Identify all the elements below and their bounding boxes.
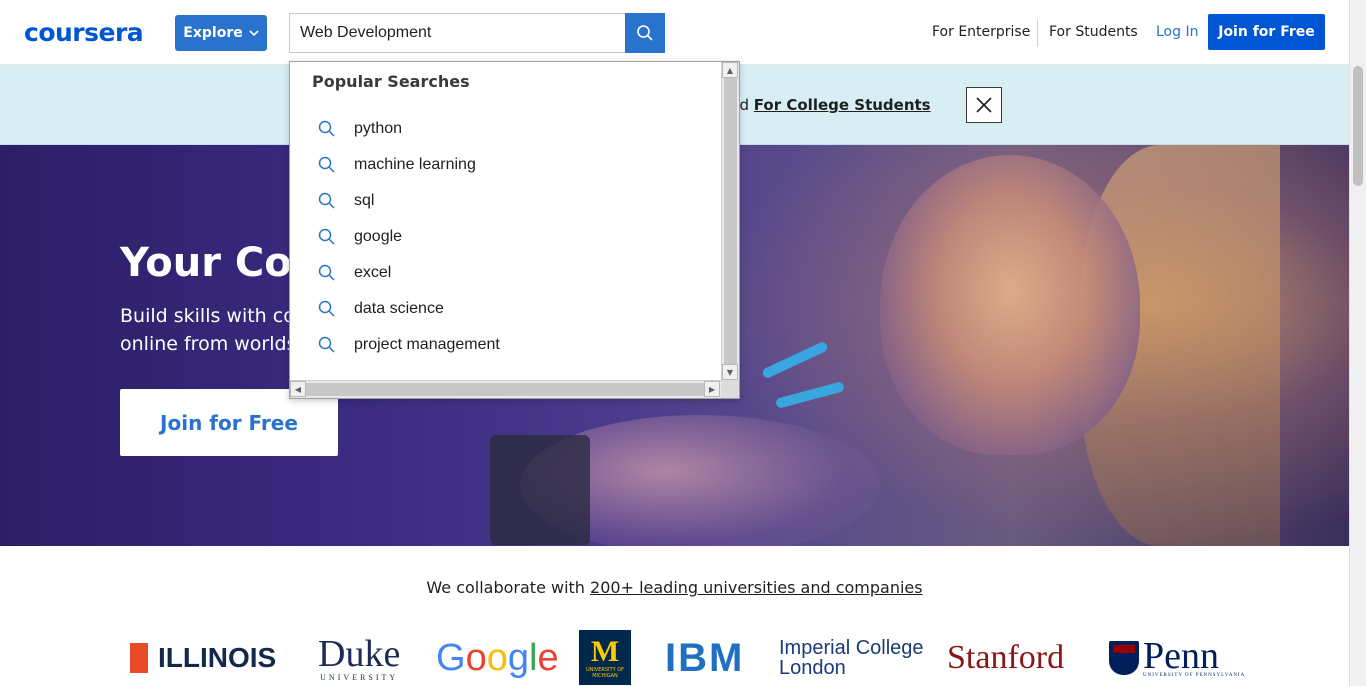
hero-image-circuit [490,435,590,545]
explore-label: Explore [183,25,243,41]
scroll-left-arrow-icon[interactable]: ◀ [290,381,306,397]
suggestion-label: sql [354,192,375,209]
duke-logo-text: Duke [318,632,401,675]
dropdown-horizontal-scrollbar[interactable]: ◀ ▶ [290,380,721,398]
search-icon [637,25,653,41]
search-icon [318,156,335,173]
search-icon [318,120,335,137]
suggestion-item[interactable]: excel [318,258,391,288]
top-nav: coursera Explore Web Development For Ent… [0,0,1366,65]
illinois-logo-text: ILLINOIS [158,642,277,673]
duke-logo-subtext: UNIVERSITY [320,672,399,682]
scroll-up-arrow-icon[interactable]: ▲ [722,62,738,78]
penn-logo-wordmark: Penn UNIVERSITY OF PENNSYLVANIA [1143,634,1246,678]
google-logo-letter: o [465,636,487,679]
login-link[interactable]: Log In [1156,24,1198,40]
imperial-logo-line: London [779,657,846,679]
collaborate-intro: We collaborate with [426,578,591,597]
suggestion-item[interactable]: sql [318,186,374,216]
nav-for-enterprise[interactable]: For Enterprise [932,24,1030,40]
scrollbar-corner [721,380,739,398]
dropdown-vertical-scroll-thumb[interactable] [724,78,737,364]
page-scrollbar[interactable] [1349,0,1366,686]
ibm-logo-text: IBM [665,635,745,680]
search-icon [318,336,335,353]
google-logo[interactable]: Google [436,632,559,684]
scroll-down-arrow-icon[interactable]: ▼ [722,364,738,380]
google-logo-letter: g [507,636,529,679]
search-icon [318,264,335,281]
illinois-logo[interactable]: ILLINOIS [130,632,276,684]
michigan-logo[interactable]: M UNIVERSITY OF MICHIGAN [579,630,631,685]
suggestion-item[interactable]: project management [318,330,500,360]
coursera-logo[interactable]: coursera [24,18,144,47]
dropdown-horizontal-scroll-thumb[interactable] [306,383,704,396]
banner-text: nd For College Students [730,96,931,114]
stanford-logo[interactable]: Stanford [947,632,1064,684]
suggestion-label: google [354,228,403,245]
google-logo-letter: o [486,636,508,679]
penn-shield-icon [1109,641,1139,675]
banner-close-button[interactable] [966,87,1002,123]
nav-for-students[interactable]: For Students [1049,24,1138,40]
suggestion-item[interactable]: machine learning [318,150,476,180]
suggestion-item[interactable]: data science [318,294,444,324]
hero-join-button[interactable]: Join for Free [120,389,338,456]
duke-logo[interactable]: Duke UNIVERSITY [318,632,400,684]
suggestion-label: project management [354,336,500,353]
suggestion-label: excel [354,264,392,281]
google-logo-letter: l [528,636,538,679]
suggestion-label: python [354,120,403,137]
search-input-value: Web Development [300,24,432,41]
hero-image-face [880,155,1140,455]
google-logo-letter: e [537,636,559,679]
explore-button[interactable]: Explore [175,15,267,51]
search-icon [318,192,335,209]
suggestion-label: machine learning [354,156,476,173]
collaborate-text: We collaborate with 200+ leading univers… [0,578,1349,597]
illinois-block-i-icon [130,643,148,673]
dropdown-vertical-scrollbar[interactable]: ▲ ▼ [721,62,739,380]
penn-logo[interactable]: Penn UNIVERSITY OF PENNSYLVANIA [1109,632,1245,684]
stanford-logo-text: Stanford [947,639,1065,676]
michigan-logo-subtext: UNIVERSITY OF MICHIGAN [585,666,625,679]
join-for-free-button[interactable]: Join for Free [1208,14,1325,50]
search-icon [318,228,335,245]
imperial-logo-line: Imperial College [779,637,924,659]
page-scroll-thumb[interactable] [1353,66,1363,186]
google-logo-letter: G [436,636,466,679]
scroll-right-arrow-icon[interactable]: ▶ [704,381,720,397]
chevron-down-icon [249,30,259,37]
ibm-logo[interactable]: IBM [665,632,744,684]
search-input[interactable]: Web Development [289,13,626,53]
hero-subtitle: Build skills with co online from worlds [120,302,295,358]
search-suggestions-dropdown: Popular Searches python machine learning… [289,61,740,399]
suggestion-item[interactable]: google [318,222,402,252]
michigan-logo-mark: M [590,634,620,668]
nav-divider [1037,19,1038,47]
search-icon [318,300,335,317]
banner-college-link[interactable]: For College Students [754,96,931,114]
partners-link[interactable]: 200+ leading universities and companies [590,578,923,597]
suggestion-label: data science [354,300,444,317]
imperial-college-logo[interactable]: Imperial College London [779,632,924,684]
search-button[interactable] [625,13,665,53]
hero-subtitle-line: online from worlds [120,333,295,355]
hero-subtitle-line: Build skills with co [120,305,295,327]
popular-searches-heading: Popular Searches [312,72,470,91]
penn-logo-text: Penn [1143,634,1219,677]
suggestion-item[interactable]: python [318,114,402,144]
penn-logo-subtext: UNIVERSITY OF PENNSYLVANIA [1143,672,1246,678]
close-icon [976,97,992,113]
